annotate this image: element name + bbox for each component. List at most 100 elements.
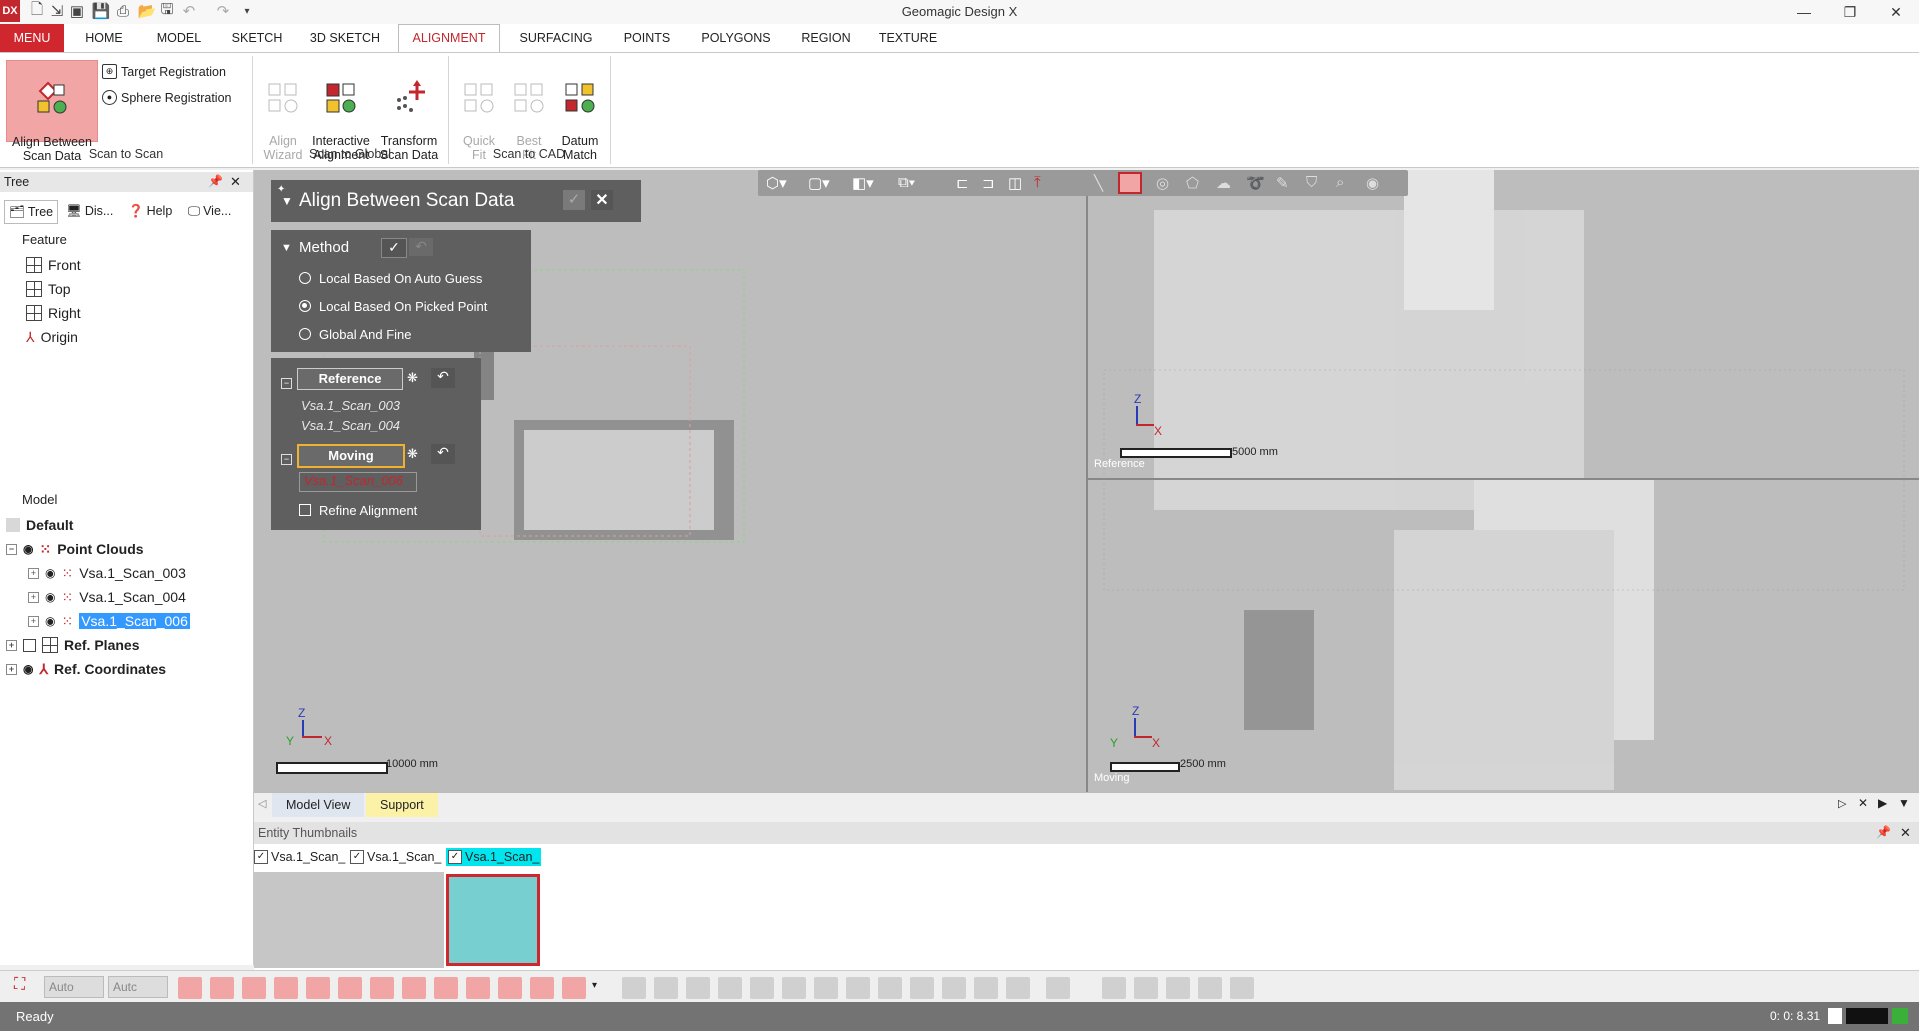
select-vertex-icon[interactable] <box>622 977 646 999</box>
collapse-triangle-icon[interactable]: ▼ <box>281 242 292 254</box>
measure-distance-icon[interactable] <box>1102 977 1126 999</box>
pin-icon[interactable]: 📌 <box>208 174 223 188</box>
snowflake-icon[interactable]: ❋ <box>407 370 418 386</box>
feature-item-right[interactable]: Right <box>26 302 81 324</box>
viewport-divider[interactable] <box>1086 170 1088 792</box>
checkbox-icon[interactable]: ✓ <box>350 850 364 864</box>
tab-display[interactable]: 🖥 Dis... <box>66 200 113 222</box>
thumbnail-image-selected[interactable] <box>446 874 540 966</box>
tab-home[interactable]: HOME <box>76 24 132 52</box>
cancel-icon[interactable]: ✕ <box>591 190 613 210</box>
radio-icon[interactable] <box>299 300 311 312</box>
show-coords-icon[interactable] <box>498 977 522 999</box>
best-fit-button[interactable]: Best Fit <box>504 60 554 162</box>
select-mesh-icon[interactable] <box>974 977 998 999</box>
tab-model-view[interactable]: Model View <box>272 793 365 817</box>
box-view-icon[interactable]: ▢▾ <box>808 174 830 192</box>
shading-icon[interactable]: ◧▾ <box>852 174 874 192</box>
color-map-icon[interactable] <box>1230 977 1254 999</box>
tab-support[interactable]: Support <box>366 793 438 817</box>
thumbnail-item-selected[interactable]: ✓ Vsa.1_Scan_ <box>446 848 542 866</box>
collapse-triangle-icon[interactable]: ▼ <box>281 194 293 208</box>
feature-item-front[interactable]: Front <box>26 254 81 276</box>
freeform-select-icon[interactable]: ☁ <box>1216 174 1231 192</box>
tab-model[interactable]: MODEL <box>146 24 212 52</box>
reference-item[interactable]: Vsa.1_Scan_004 <box>301 418 400 433</box>
reference-item[interactable]: Vsa.1_Scan_003 <box>301 398 400 413</box>
eye-icon[interactable]: ◉ <box>45 590 55 604</box>
close-window-icon[interactable]: ✕ <box>1873 0 1919 24</box>
expand-icon[interactable]: + <box>6 663 17 675</box>
interactive-alignment-button[interactable]: Interactive Alignment <box>308 60 374 162</box>
thumbnail-item[interactable]: ✓ Vsa.1_Scan_ <box>350 850 441 864</box>
method-option-picked-point[interactable]: Local Based On Picked Point <box>299 294 487 318</box>
method-undo-icon[interactable]: ↶ <box>409 238 433 256</box>
tab-list-icon[interactable]: ▼ <box>1898 796 1910 810</box>
radio-icon[interactable] <box>299 272 311 284</box>
show-features-icon[interactable] <box>210 977 234 999</box>
eye-icon[interactable]: ◉ <box>23 662 33 676</box>
expand-icon[interactable]: + <box>6 639 17 651</box>
polygon-view-icon[interactable]: ⬡▾ <box>766 174 787 192</box>
section-icon[interactable]: ⊏ <box>956 174 969 192</box>
method-confirm-icon[interactable]: ✓ <box>381 238 407 258</box>
default-node[interactable]: Default <box>6 514 73 536</box>
expand-icon[interactable]: + <box>28 591 39 603</box>
thumbnail-item[interactable]: ✓ Vsa.1_Scan_ <box>254 850 345 864</box>
show-sketches-icon[interactable] <box>338 977 362 999</box>
expand-icon[interactable]: + <box>28 615 39 627</box>
measure-angle-icon[interactable] <box>1134 977 1158 999</box>
thumbnail-image[interactable] <box>254 872 444 968</box>
align-view-icon[interactable]: ⤒ <box>1034 174 1041 191</box>
close-panel-icon[interactable]: ✕ <box>1900 825 1911 841</box>
show-bodies-icon[interactable] <box>306 977 330 999</box>
show-grid-icon[interactable] <box>562 977 586 999</box>
moving-item[interactable]: Vsa.1_Scan_006 <box>299 472 417 492</box>
radio-icon[interactable] <box>299 328 311 340</box>
show-points-icon[interactable] <box>242 977 266 999</box>
tab-sketch[interactable]: SKETCH <box>224 24 290 52</box>
split-view-icon[interactable]: ◫ <box>1008 174 1022 192</box>
sphere-select-icon[interactable]: ⌕ <box>1336 174 1344 191</box>
measure-area-icon[interactable] <box>1198 977 1222 999</box>
moving-button[interactable]: Moving <box>297 444 405 468</box>
align-wizard-button[interactable]: Align Wizard <box>258 60 308 162</box>
select-plane-icon[interactable] <box>782 977 806 999</box>
select-cloud-icon[interactable] <box>1006 977 1030 999</box>
filter-select-1[interactable]: Auto <box>44 976 104 998</box>
datum-match-button[interactable]: Datum Match <box>554 60 606 162</box>
checkbox-icon[interactable]: ✓ <box>254 850 268 864</box>
collapse-icon[interactable]: − <box>6 543 17 555</box>
select-mode-icon[interactable]: ⛶ <box>14 976 25 994</box>
transform-scan-data-button[interactable]: Transform Scan Data <box>376 60 442 162</box>
paint-select-icon[interactable]: ✎ <box>1276 174 1289 192</box>
select-curve-icon[interactable] <box>942 977 966 999</box>
circle-select-icon[interactable]: ◎ <box>1156 174 1169 192</box>
tab-tree[interactable]: 🗂 Tree <box>4 200 59 224</box>
refine-alignment-option[interactable]: Refine Alignment <box>299 498 417 522</box>
collapse-icon[interactable]: − <box>281 378 292 389</box>
align-between-scan-data-button[interactable]: Align Between Scan Data <box>6 60 98 163</box>
checkbox-icon[interactable] <box>23 638 36 652</box>
lasso-select-icon[interactable]: ➰ <box>1246 174 1265 192</box>
ref-planes-node[interactable]: + Ref. Planes <box>6 634 139 656</box>
reference-button[interactable]: Reference <box>297 368 403 390</box>
filter-select-2[interactable]: Autc <box>108 976 168 998</box>
tab-region[interactable]: REGION <box>790 24 862 52</box>
select-face-icon[interactable] <box>686 977 710 999</box>
ref-coordinates-node[interactable]: + ◉ ⅄ Ref. Coordinates <box>6 658 166 680</box>
scroll-right-icon[interactable]: ▷ <box>1838 797 1846 810</box>
select-line-icon[interactable] <box>814 977 838 999</box>
show-regions-icon[interactable] <box>434 977 458 999</box>
feature-item-origin[interactable]: ⅄ Origin <box>26 326 78 348</box>
next-tab-icon[interactable]: ▶ <box>1878 796 1887 810</box>
tab-texture[interactable]: TEXTURE <box>872 24 944 52</box>
visible-select-icon[interactable]: ◉ <box>1366 174 1379 192</box>
tab-3d-sketch[interactable]: 3D SKETCH <box>302 24 388 52</box>
show-all-icon[interactable] <box>178 977 202 999</box>
restore-icon[interactable]: ❐ <box>1827 0 1873 24</box>
select-cs-icon[interactable] <box>878 977 902 999</box>
eye-icon[interactable]: ◉ <box>23 542 33 556</box>
point-clouds-node[interactable]: − ◉ ⁙ Point Clouds <box>6 538 144 560</box>
tab-view[interactable]: 🖵 Vie... <box>188 200 231 222</box>
